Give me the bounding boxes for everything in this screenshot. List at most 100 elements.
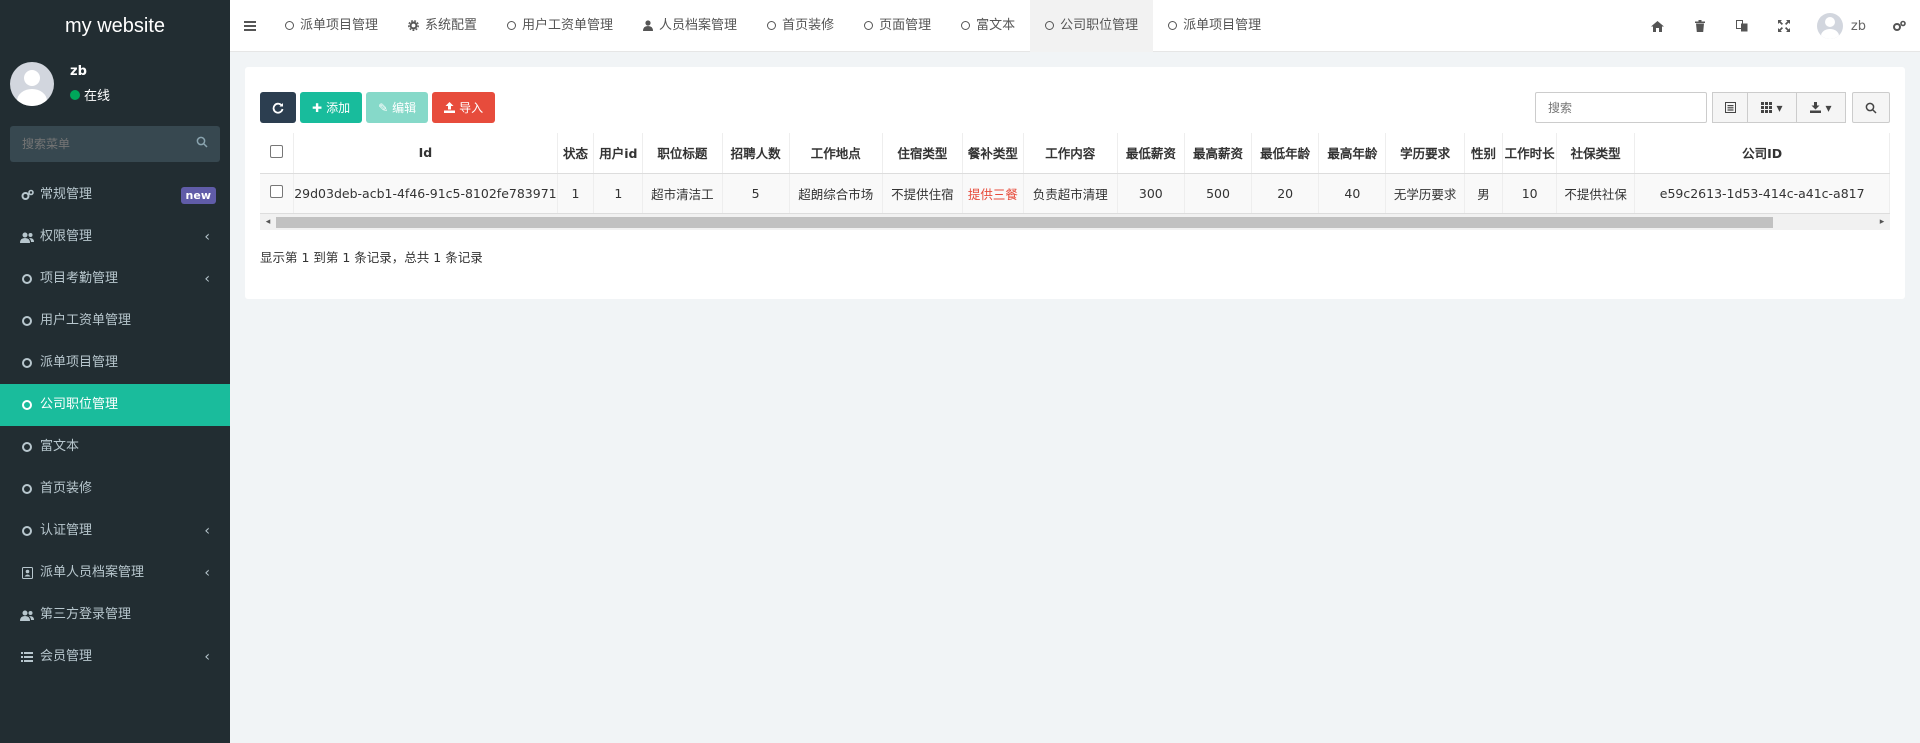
brand-logo[interactable]: my website	[0, 0, 230, 52]
column-header[interactable]: 社保类型	[1556, 133, 1636, 174]
sidebar-item-dispatch-projects[interactable]: 派单项目管理	[0, 342, 230, 384]
pencil-icon: ✎	[378, 100, 389, 115]
sidebar-item-third-party-login[interactable]: 第三方登录管理	[0, 594, 230, 636]
column-header[interactable]: 最低薪资	[1117, 133, 1185, 174]
search-icon[interactable]	[196, 136, 208, 148]
user-menu[interactable]: zb	[1805, 13, 1878, 39]
sidebar-item-rich-text[interactable]: 富文本	[0, 426, 230, 468]
table-cell: 5	[722, 173, 790, 214]
users-icon	[20, 610, 34, 621]
menu-toggle-icon[interactable]	[230, 0, 270, 52]
column-header[interactable]: Id	[293, 133, 558, 174]
tab-system-config[interactable]: 系统配置	[393, 0, 492, 52]
settings-cogs-icon[interactable]	[1878, 0, 1920, 52]
sidebar-item-certification[interactable]: 认证管理 ‹	[0, 510, 230, 552]
column-header[interactable]: 餐补类型	[962, 133, 1024, 174]
table-tools: ▾ ▾	[1535, 92, 1890, 123]
column-header[interactable]: 工作地点	[789, 133, 883, 174]
select-all-checkbox[interactable]	[260, 133, 295, 174]
circle-icon	[285, 21, 294, 30]
sidebar-item-payroll[interactable]: 用户工资单管理	[0, 300, 230, 342]
column-header[interactable]: 公司ID	[1634, 133, 1890, 174]
sidebar-item-label: 项目考勤管理	[40, 271, 119, 286]
sidebar-item-label: 认证管理	[40, 523, 93, 538]
column-header[interactable]: 工作内容	[1023, 133, 1118, 174]
table-cell: 男	[1464, 173, 1504, 214]
chevron-left-icon: ‹	[204, 565, 210, 581]
search-button[interactable]	[1852, 92, 1890, 123]
sidebar-item-label: 派单项目管理	[40, 355, 119, 370]
tab-personnel-files[interactable]: 人员档案管理	[628, 0, 752, 52]
chevron-left-icon: ‹	[204, 649, 210, 665]
row-checkbox[interactable]	[260, 173, 295, 214]
table-row[interactable]: 29d03deb-acb1-4f46-91c5-8102fe783971 1 1…	[260, 173, 1890, 214]
sidebar-item-permissions[interactable]: 权限管理 ‹	[0, 216, 230, 258]
table-cell: e59c2613-1d53-414c-a41c-a817	[1634, 173, 1890, 214]
column-header[interactable]: 最低年龄	[1251, 133, 1320, 174]
column-header[interactable]: 用户id	[593, 133, 644, 174]
edit-button[interactable]: ✎ 编辑	[366, 92, 429, 123]
column-header[interactable]: 住宿类型	[882, 133, 963, 174]
column-header[interactable]: 职位标题	[642, 133, 723, 174]
tab-label: 公司职位管理	[1060, 17, 1139, 33]
tab-rich-text[interactable]: 富文本	[946, 0, 1030, 52]
sidebar-item-company-positions[interactable]: 公司职位管理	[0, 384, 230, 426]
tab-page-management[interactable]: 页面管理	[849, 0, 946, 52]
table-cell: 1	[593, 173, 644, 214]
table-search-input[interactable]	[1535, 92, 1707, 123]
sidebar-item-label: 会员管理	[40, 649, 93, 664]
add-button[interactable]: ✚ 添加	[300, 92, 363, 123]
column-header[interactable]: 性别	[1464, 133, 1504, 174]
home-icon[interactable]	[1637, 0, 1679, 52]
sidebar-item-label: 权限管理	[40, 229, 93, 244]
table-cell: 500	[1184, 173, 1253, 214]
table-cell: 负责超市清理	[1023, 173, 1118, 214]
top-right-tools: zb	[1637, 0, 1920, 52]
tab-company-positions[interactable]: 公司职位管理	[1030, 0, 1154, 52]
tab-dispatch-projects[interactable]: 派单项目管理	[270, 0, 393, 52]
import-button[interactable]: 导入	[432, 92, 496, 123]
column-header[interactable]: 最高年龄	[1318, 133, 1387, 174]
menu-search-input[interactable]	[10, 126, 220, 162]
scroll-left-icon[interactable]: ◂	[260, 214, 276, 230]
refresh-button[interactable]	[260, 92, 296, 123]
refresh-icon	[272, 102, 284, 114]
column-header[interactable]: 招聘人数	[722, 133, 790, 174]
export-button[interactable]: ▾	[1796, 92, 1846, 123]
sidebar-item-attendance[interactable]: 项目考勤管理 ‹	[0, 258, 230, 300]
circle-icon	[507, 21, 517, 30]
tab-payroll[interactable]: 用户工资单管理	[492, 0, 628, 52]
column-header[interactable]: 最高薪资	[1184, 133, 1253, 174]
translate-icon[interactable]	[1721, 0, 1763, 52]
fullscreen-icon[interactable]	[1763, 0, 1805, 52]
circle-icon	[961, 21, 971, 30]
edit-label: 编辑	[392, 101, 417, 115]
card-view-icon	[1724, 102, 1736, 113]
scroll-right-icon[interactable]: ▸	[1874, 214, 1890, 230]
add-label: 添加	[326, 101, 351, 115]
horizontal-scrollbar[interactable]: ◂ ▸	[260, 214, 1890, 230]
users-icon	[20, 232, 34, 243]
top-user-name: zb	[1850, 18, 1866, 34]
sidebar-item-dispatch-personnel[interactable]: 派单人员档案管理 ‹	[0, 552, 230, 594]
table-cell: 29d03deb-acb1-4f46-91c5-8102fe783971	[293, 173, 558, 214]
user-status: 在线	[84, 89, 111, 104]
column-header[interactable]: 状态	[557, 133, 595, 174]
table-cell: 超朗综合市场	[789, 173, 883, 214]
sidebar-item-members[interactable]: 会员管理 ‹	[0, 636, 230, 678]
table-cell: 提供三餐	[962, 173, 1024, 214]
chevron-left-icon: ‹	[204, 229, 210, 245]
circle-icon	[20, 316, 34, 326]
sidebar-item-general[interactable]: 常规管理 new	[0, 174, 230, 216]
scrollbar-thumb[interactable]	[276, 217, 1773, 228]
sidebar-item-home-decoration[interactable]: 首页装修	[0, 468, 230, 510]
column-header[interactable]: 工作时长	[1502, 133, 1558, 174]
columns-button[interactable]: ▾	[1747, 92, 1797, 123]
table-cell: 不提供社保	[1556, 173, 1636, 214]
toggle-view-button[interactable]	[1712, 92, 1748, 123]
trash-icon[interactable]	[1679, 0, 1721, 52]
tab-home-decoration[interactable]: 首页装修	[752, 0, 849, 52]
tab-dispatch-projects-2[interactable]: 派单项目管理	[1153, 0, 1276, 52]
column-header[interactable]: 学历要求	[1385, 133, 1465, 174]
circle-icon	[20, 400, 34, 410]
